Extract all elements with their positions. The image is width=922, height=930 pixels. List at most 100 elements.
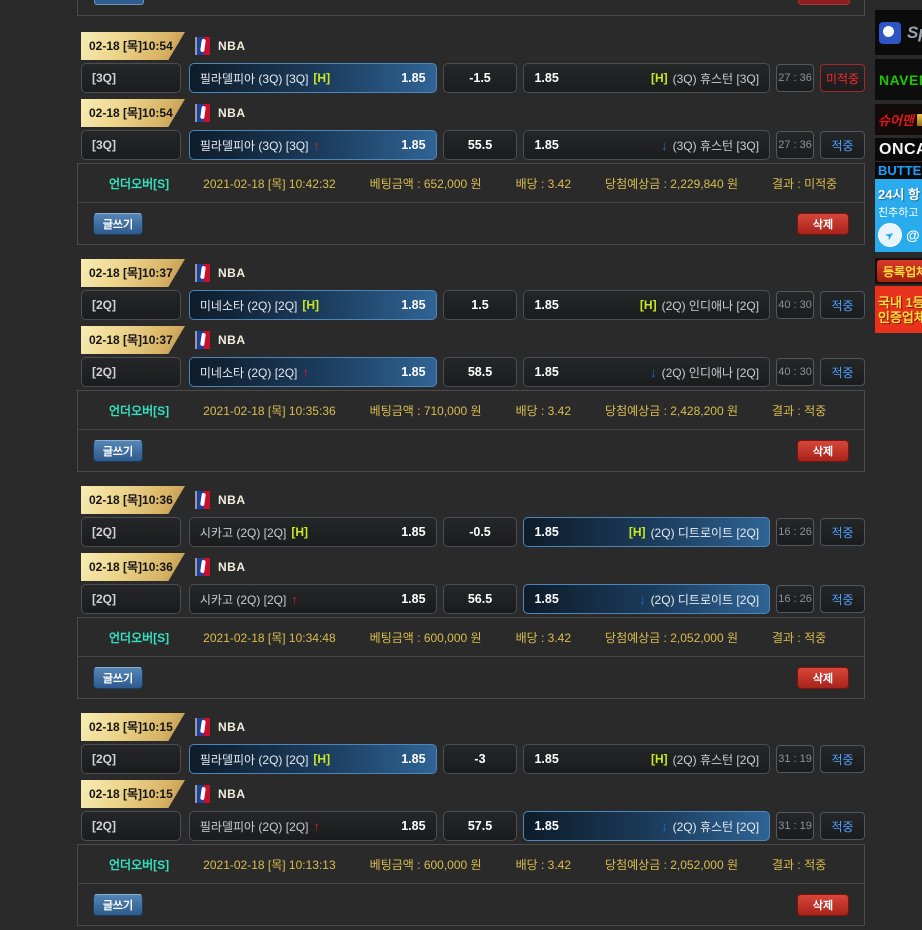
summary-result: 결과 : 미적중	[772, 175, 837, 192]
banner-registered[interactable]: 등록업체	[875, 258, 922, 284]
banner-text: 등록업체	[883, 263, 922, 280]
league-name: NBA	[218, 787, 246, 801]
under-box-selected: 1.85 ↓ (2Q) 휴스턴 [2Q]	[523, 811, 770, 841]
home-odds: 1.85	[401, 525, 425, 539]
write-button[interactable]: 글쓰기	[93, 213, 143, 235]
button-row: 글쓰기 삭제	[78, 430, 864, 471]
summary-datetime: 2021-02-18 [목] 10:13:13	[203, 856, 335, 873]
away-team-name: (2Q) 디트로이트 [2Q]	[651, 524, 760, 541]
bet-row: [2Q] 필라델피아 (2Q) [2Q] ↑ 1.85 57.5 1.85 ↓ …	[77, 811, 865, 841]
bet-row: [3Q] 필라델피아 (3Q) [3Q] ↑ 1.85 55.5 1.85 ↓ …	[77, 130, 865, 160]
home-team-name: 필라델피아 (3Q) [3Q]	[200, 70, 309, 87]
down-arrow-icon: ↓	[661, 138, 668, 153]
date-row: 02-18 [목]10:36 NBA	[77, 550, 865, 584]
banner-butterfly[interactable]: BUTTE	[875, 162, 922, 179]
bet-summary: 언더오버[S] 2021-02-18 [목] 10:35:36 베팅금액 : 7…	[77, 390, 865, 472]
date-row: 02-18 [목]10:54 NBA	[77, 96, 865, 130]
nba-logo-icon	[195, 264, 210, 282]
banner-text: 24시 항	[878, 184, 920, 203]
delete-button[interactable]: 삭제	[797, 894, 849, 916]
banner-text: BUTTE	[878, 163, 921, 178]
date-row: 02-18 [목]10:54 NBA	[77, 29, 865, 63]
total-line: 58.5	[443, 357, 518, 387]
away-team-box: 1.85 [H] (2Q) 인디애나 [2Q]	[523, 290, 770, 320]
handicap-tag: [H]	[291, 525, 308, 539]
bet-history-list: 02-18 [목]10:54 NBA [3Q] 필라델피아 (3Q) [3Q] …	[77, 0, 865, 926]
result-badge: 적중	[820, 518, 865, 546]
bet-row: [3Q] 필라델피아 (3Q) [3Q] [H] 1.85 -1.5 1.85 …	[77, 63, 865, 93]
league: NBA	[195, 37, 246, 55]
at-symbol: @	[906, 227, 920, 243]
payout-odds: 배당 : 3.42	[516, 402, 571, 419]
quarter-label: [2Q]	[81, 517, 181, 547]
scales-icon	[917, 114, 922, 126]
expected-winnings: 당첨예상금 : 2,052,000 원	[605, 856, 738, 873]
over-odds: 1.85	[401, 365, 425, 379]
under-box: 1.85 ↓ (3Q) 휴스턴 [3Q]	[523, 130, 770, 160]
bet-block: 02-18 [목]10:54 NBA [3Q] 필라델피아 (3Q) [3Q] …	[77, 29, 865, 245]
summary-info: 언더오버[S] 2021-02-18 [목] 10:35:36 베팅금액 : 7…	[78, 391, 864, 430]
write-button-partial[interactable]	[94, 0, 144, 5]
up-arrow-icon: ↑	[313, 819, 320, 834]
home-team-box: 시카고 (2Q) [2Q] [H] 1.85	[189, 517, 437, 547]
quarter-label: [3Q]	[81, 130, 181, 160]
handicap-tag: [H]	[651, 71, 668, 85]
handicap-line: 1.5	[443, 290, 518, 320]
score: 40 : 30	[776, 358, 814, 386]
league-name: NBA	[218, 560, 246, 574]
league-name: NBA	[218, 106, 246, 120]
league-name: NBA	[218, 720, 246, 734]
banner-text: 국내 1등	[878, 295, 922, 310]
banner-naver[interactable]: NAVER	[875, 59, 922, 100]
banner-telegram[interactable]: 24시 항 친추하고 ➤ @	[875, 179, 922, 252]
write-button[interactable]: 글쓰기	[93, 667, 143, 689]
home-team-name: 필라델피아 (2Q) [2Q]	[200, 751, 309, 768]
score: 31 : 19	[776, 745, 814, 773]
payout-odds: 배당 : 3.42	[516, 175, 571, 192]
banner-no1-verified[interactable]: 국내 1등 인증업체	[875, 286, 922, 333]
league-name: NBA	[218, 39, 246, 53]
score: 31 : 19	[776, 812, 814, 840]
previous-block-cutoff	[77, 0, 865, 16]
score: 16 : 26	[776, 518, 814, 546]
up-arrow-icon: ↑	[313, 138, 320, 153]
date-badge: 02-18 [목]10:15	[81, 780, 185, 808]
handicap-tag: [H]	[629, 525, 646, 539]
over-odds: 1.85	[401, 138, 425, 152]
banner-sports[interactable]: Sp	[875, 10, 922, 55]
result-badge: 적중	[820, 291, 865, 319]
league: NBA	[195, 104, 246, 122]
delete-button[interactable]: 삭제	[797, 440, 849, 462]
date-row: 02-18 [목]10:15 NBA	[77, 710, 865, 744]
banner-text: 친추하고	[878, 204, 918, 220]
sports-logo-icon	[879, 22, 901, 44]
summary-result: 결과 : 적중	[772, 629, 826, 646]
handicap-tag: [H]	[302, 298, 319, 312]
down-arrow-icon: ↓	[639, 592, 646, 607]
delete-button[interactable]: 삭제	[797, 213, 849, 235]
over-box: 필라델피아 (2Q) [2Q] ↑ 1.85	[189, 811, 437, 841]
write-button[interactable]: 글쓰기	[93, 440, 143, 462]
delete-button-partial[interactable]	[798, 0, 850, 5]
over-odds: 1.85	[401, 592, 425, 606]
down-arrow-icon: ↓	[661, 819, 668, 834]
home-team-name: 미네소타 (2Q) [2Q]	[200, 297, 298, 314]
total-line: 56.5	[443, 584, 518, 614]
banner-onca[interactable]: ONCA	[875, 138, 922, 161]
bet-row: [2Q] 미네소타 (2Q) [2Q] ↑ 1.85 58.5 1.85 ↓ (…	[77, 357, 865, 387]
handicap-line: -0.5	[443, 517, 518, 547]
banner-text: 슈어맨	[878, 110, 914, 129]
away-team-name: (3Q) 휴스턴 [3Q]	[673, 137, 759, 154]
handicap-tag: [H]	[313, 71, 330, 85]
handicap-tag: [H]	[640, 298, 657, 312]
summary-datetime: 2021-02-18 [목] 10:35:36	[203, 402, 335, 419]
registered-chip: 등록업체	[877, 260, 922, 282]
summary-datetime: 2021-02-18 [목] 10:34:48	[203, 629, 335, 646]
banner-sureman[interactable]: 슈어맨	[875, 104, 922, 135]
payout-odds: 배당 : 3.42	[516, 856, 571, 873]
write-button[interactable]: 글쓰기	[93, 894, 143, 916]
delete-button[interactable]: 삭제	[797, 667, 849, 689]
summary-datetime: 2021-02-18 [목] 10:42:32	[203, 175, 335, 192]
league: NBA	[195, 718, 246, 736]
date-badge: 02-18 [목]10:15	[81, 713, 185, 741]
